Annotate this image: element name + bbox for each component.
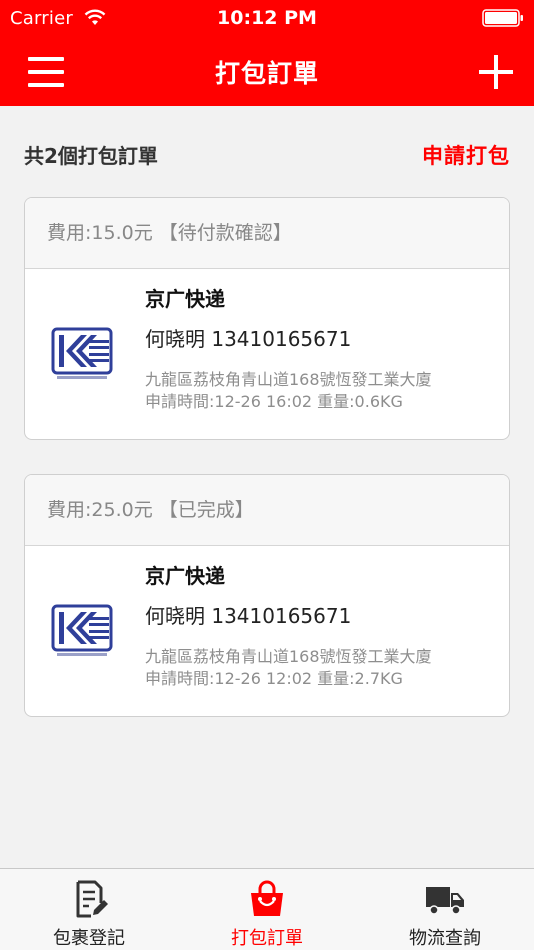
order-body: 京广快递 何晓明 13410165671 九龍區荔枝角青山道168號恆發工業大廈… <box>25 269 509 439</box>
add-button[interactable] <box>476 52 516 92</box>
tab-label: 包裹登記 <box>53 928 125 949</box>
order-card[interactable]: 費用:25.0元 【已完成】 京广快递 何晓明 13410165671 九龍區荔… <box>24 474 510 717</box>
edit-document-icon <box>76 880 108 918</box>
battery-icon <box>482 9 523 27</box>
order-fee-status: 費用:15.0元 【待付款確認】 <box>25 198 509 269</box>
order-meta: 申請時間:12-26 16:02 重量:0.6KG <box>145 392 403 411</box>
order-count: 共2個打包訂單 <box>24 144 158 168</box>
recipient-contact: 何晓明 13410165671 <box>145 327 352 351</box>
status-time: 10:12 PM <box>217 7 317 29</box>
apply-packing-button[interactable]: 申請打包 <box>422 140 510 170</box>
page-title: 打包訂單 <box>214 59 319 88</box>
recipient-address: 九龍區荔枝角青山道168號恆發工業大廈 <box>145 370 432 389</box>
tab-package-register[interactable]: 包裹登記 <box>0 869 178 950</box>
recipient-address: 九龍區荔枝角青山道168號恆發工業大廈 <box>145 647 432 666</box>
header: Carrier 10:12 PM 打包訂單 <box>0 0 534 106</box>
tab-label: 打包訂單 <box>231 928 303 949</box>
order-body: 京广快递 何晓明 13410165671 九龍區荔枝角青山道168號恆發工業大廈… <box>25 546 509 716</box>
order-card[interactable]: 費用:15.0元 【待付款確認】 京广快递 何晓明 13410165671 九龍… <box>24 197 510 440</box>
delivery-truck-icon <box>426 887 464 915</box>
order-meta: 申請時間:12-26 12:02 重量:2.7KG <box>145 669 403 688</box>
order-fee-status: 費用:25.0元 【已完成】 <box>25 475 509 546</box>
recipient-contact: 何晓明 13410165671 <box>145 604 352 628</box>
status-bar: Carrier 10:12 PM <box>0 0 534 38</box>
courier-logo-icon <box>51 327 113 379</box>
tab-bar: 包裹登記 打包訂單 物流查詢 <box>0 868 534 950</box>
courier-name: 京广快递 <box>145 287 225 311</box>
courier-name: 京广快递 <box>145 564 225 588</box>
courier-logo-icon <box>51 604 113 656</box>
tab-logistics-query[interactable]: 物流查詢 <box>356 869 534 950</box>
tab-label: 物流查詢 <box>409 928 481 949</box>
tab-packing-orders[interactable]: 打包訂單 <box>178 869 356 950</box>
nav-bar: 打包訂單 <box>0 38 534 106</box>
shopping-bag-icon <box>251 880 283 916</box>
